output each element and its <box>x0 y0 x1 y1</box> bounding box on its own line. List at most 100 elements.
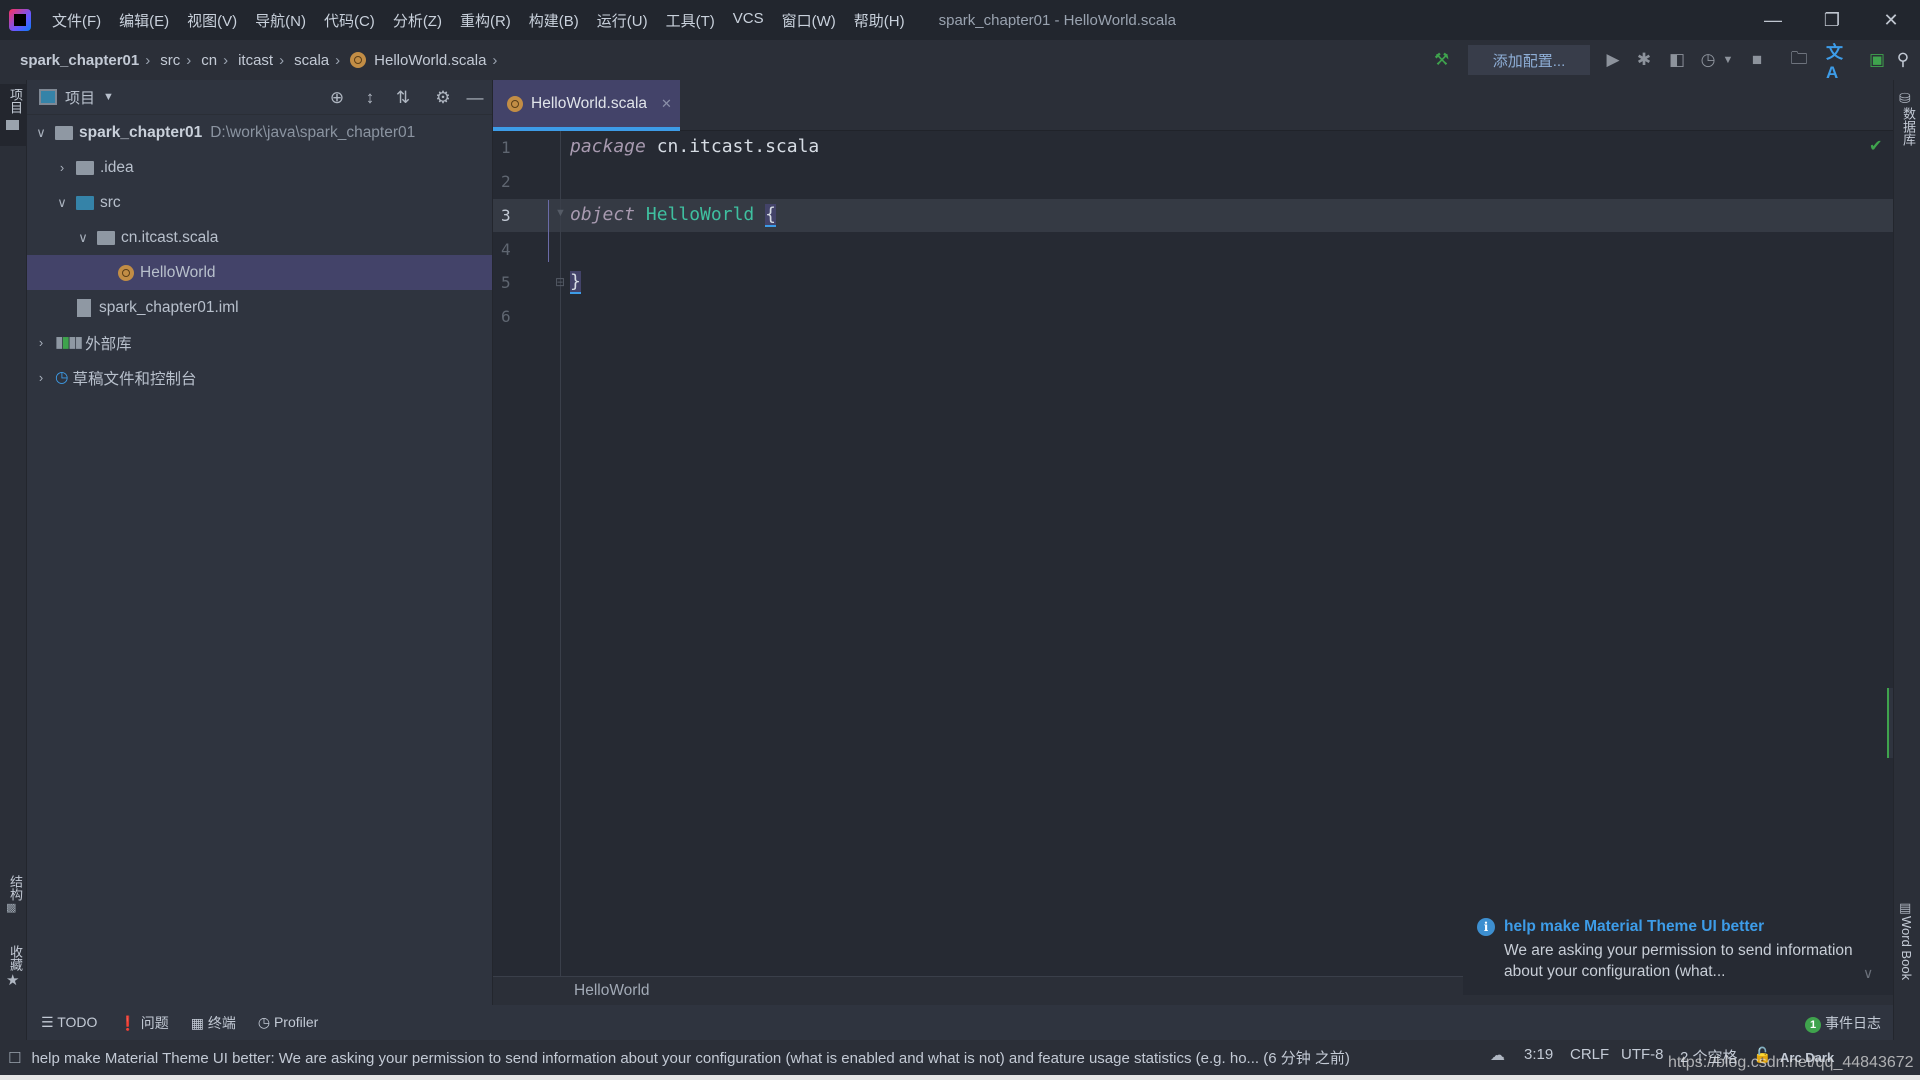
breadcrumb-project[interactable]: spark_chapter01 <box>20 52 139 69</box>
tree-item-label: HelloWorld <box>140 263 216 281</box>
stop-icon[interactable]: ■ <box>1746 48 1768 72</box>
build-hammer-icon[interactable]: ⚒ <box>1434 48 1449 72</box>
tree-item-label: .idea <box>100 158 134 176</box>
project-structure-icon[interactable]: 🗀 <box>1788 48 1810 72</box>
tree-item-src[interactable]: ∨ src <box>27 185 492 220</box>
close-window-button[interactable]: ✕ <box>1862 0 1920 40</box>
menu-view[interactable]: 视图(V) <box>178 10 246 31</box>
iml-file-icon <box>77 298 91 317</box>
folder-icon <box>76 160 94 175</box>
breadcrumb-src[interactable]: src <box>160 52 180 69</box>
run-icon[interactable]: ▶ <box>1602 48 1624 72</box>
code-line-1[interactable]: package cn.itcast.scala <box>570 136 819 157</box>
menu-edit[interactable]: 编辑(E) <box>110 10 178 31</box>
menu-help[interactable]: 帮助(H) <box>845 10 914 31</box>
chevron-down-icon[interactable]: ▼ <box>1721 48 1735 72</box>
source-folder-icon <box>76 195 94 210</box>
project-view-selector[interactable]: 项目 <box>65 87 95 108</box>
locate-crosshair-icon[interactable]: ⊕ <box>327 88 347 108</box>
breadcrumb-file[interactable]: HelloWorld.scala <box>374 52 486 69</box>
tree-item-package[interactable]: ∨ cn.itcast.scala <box>27 220 492 255</box>
menu-build[interactable]: 构建(B) <box>520 10 588 31</box>
line-separator[interactable]: CRLF <box>1570 1046 1609 1063</box>
database-tool-tab[interactable]: ⛁ 数据库 <box>1899 90 1918 146</box>
caret-position[interactable]: 3:19 <box>1524 1046 1553 1063</box>
project-tool-tab[interactable]: 项目 <box>0 84 27 146</box>
scala-object-icon <box>350 52 367 68</box>
translate-icon[interactable]: 文A <box>1826 43 1852 82</box>
menu-bar: 文件(F) 编辑(E) 视图(V) 导航(N) 代码(C) 分析(Z) 重构(R… <box>43 10 914 31</box>
tree-item-iml[interactable]: spark_chapter01.iml <box>27 290 492 325</box>
profile-icon[interactable]: ◷ <box>1697 48 1719 72</box>
chevron-down-icon[interactable]: ▼ <box>103 91 114 103</box>
minimize-button[interactable]: — <box>1744 0 1802 40</box>
menu-tools[interactable]: 工具(T) <box>657 10 724 31</box>
profiler-tool-button[interactable]: ◷ Profiler <box>258 1014 318 1031</box>
favorites-tool-tab[interactable]: 收藏 ★ <box>6 945 25 989</box>
chevron-right-icon[interactable]: › <box>54 160 70 175</box>
collapse-all-icon[interactable]: ⇅ <box>393 88 413 108</box>
coverage-icon[interactable]: ◧ <box>1665 48 1689 72</box>
tab-helloworld-scala[interactable]: HelloWorld.scala ✕ <box>493 80 680 131</box>
bottom-edge <box>0 1075 1920 1080</box>
close-tab-icon[interactable]: ✕ <box>661 96 672 112</box>
breadcrumb-itcast[interactable]: itcast <box>238 52 273 69</box>
project-panel: 项目 ▼ ⊕ ↕ ⇅ ⚙ — ∨ spark_chapter01 D:\work… <box>27 80 493 1005</box>
tree-item-external-libraries[interactable]: › ▮▮▮▮ 外部库 <box>27 325 492 360</box>
scope-indicator <box>548 200 549 262</box>
hide-panel-icon[interactable]: — <box>465 88 485 108</box>
menu-vcs[interactable]: VCS <box>724 10 773 31</box>
no-problems-check-icon[interactable]: ✔ <box>1869 136 1882 156</box>
database-icon: ⛁ <box>1899 90 1911 106</box>
file-encoding[interactable]: UTF-8 <box>1621 1046 1664 1063</box>
scratches-clock-icon: ◷ <box>55 369 69 386</box>
tree-item-helloworld[interactable]: HelloWorld <box>27 255 492 290</box>
breadcrumb-scala[interactable]: scala <box>294 52 329 69</box>
menu-navigate[interactable]: 导航(N) <box>246 10 315 31</box>
tree-item-scratches[interactable]: › ◷ 草稿文件和控制台 <box>27 360 492 395</box>
notification-balloon[interactable]: i help make Material Theme UI better We a… <box>1463 910 1893 995</box>
wordbook-tool-tab[interactable]: ▤ Word Book <box>1899 900 1914 980</box>
add-configuration-button[interactable]: 添加配置... <box>1468 45 1590 75</box>
menu-file[interactable]: 文件(F) <box>43 10 110 31</box>
chevron-right-icon[interactable]: › <box>33 335 49 350</box>
menu-analyze[interactable]: 分析(Z) <box>384 10 451 31</box>
cloud-settings-icon[interactable]: ☁ <box>1490 1046 1505 1064</box>
menu-run[interactable]: 运行(U) <box>588 10 657 31</box>
expand-all-icon[interactable]: ↕ <box>360 88 380 108</box>
problems-tool-button[interactable]: ❗ 问题 <box>119 1013 168 1033</box>
todo-tool-button[interactable]: ☰ TODO <box>41 1014 97 1031</box>
debug-bug-icon[interactable]: ✱ <box>1633 48 1655 72</box>
menu-window[interactable]: 窗口(W) <box>773 10 845 31</box>
gear-icon[interactable]: ⚙ <box>433 88 453 108</box>
chevron-down-icon[interactable]: ∨ <box>54 195 70 211</box>
fold-collapse-icon[interactable]: ▼ <box>555 207 566 219</box>
menu-refactor[interactable]: 重构(R) <box>451 10 520 31</box>
status-toggle-icon[interactable]: ☐ <box>8 1049 21 1067</box>
restore-button[interactable]: ❐ <box>1803 0 1861 40</box>
fold-end-icon[interactable]: ⊟ <box>555 275 565 289</box>
menu-code[interactable]: 代码(C) <box>315 10 384 31</box>
tree-item-label: spark_chapter01 <box>79 123 203 141</box>
project-panel-header: 项目 ▼ ⊕ ↕ ⇅ ⚙ — <box>27 80 492 115</box>
status-message[interactable]: help make Material Theme UI better: We a… <box>31 1047 1461 1068</box>
list-icon: ☰ <box>41 1014 54 1030</box>
breadcrumb-cn[interactable]: cn <box>201 52 217 69</box>
chevron-down-icon[interactable]: ∨ <box>1863 965 1873 982</box>
chevron-down-icon[interactable]: ∨ <box>75 230 91 246</box>
code-line-3[interactable]: object HelloWorld { <box>570 204 776 227</box>
notification-title[interactable]: help make Material Theme UI better <box>1504 918 1764 936</box>
terminal-window-icon[interactable]: ▣ <box>1866 48 1888 72</box>
chevron-down-icon[interactable]: ∨ <box>33 125 49 141</box>
code-line-5[interactable]: } <box>570 271 581 294</box>
book-icon: ▤ <box>1899 900 1912 915</box>
tree-item-label: 草稿文件和控制台 <box>72 370 197 388</box>
tree-item-project-root[interactable]: ∨ spark_chapter01 D:\work\java\spark_cha… <box>27 115 492 150</box>
search-icon[interactable]: ⚲ <box>1892 48 1914 72</box>
structure-tool-tab[interactable]: 结构 ▩ <box>6 875 25 914</box>
wordbook-tool-label: Word Book <box>1899 916 1914 981</box>
tree-item-idea[interactable]: › .idea <box>27 150 492 185</box>
chevron-right-icon[interactable]: › <box>33 370 49 385</box>
event-log-button[interactable]: 1 事件日志 <box>1805 1013 1881 1033</box>
terminal-tool-button[interactable]: ▦ 终端 <box>191 1013 236 1033</box>
